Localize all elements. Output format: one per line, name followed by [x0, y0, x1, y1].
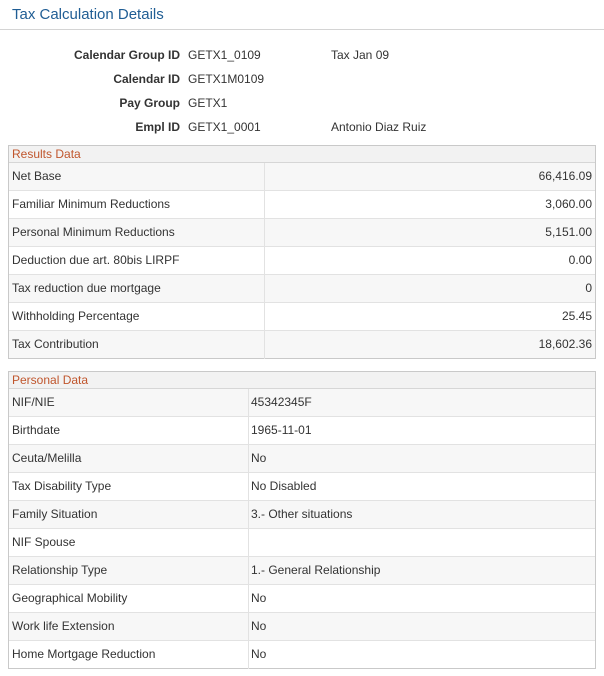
table-row: Tax Contribution 18,602.36 — [9, 331, 595, 359]
row-label: NIF Spouse — [12, 535, 76, 549]
table-row: Tax Disability Type No Disabled — [9, 473, 595, 501]
title-divider — [0, 29, 604, 30]
row-value: 1965-11-01 — [251, 423, 312, 437]
row-value: 18,602.36 — [538, 337, 592, 351]
column-divider — [264, 247, 265, 275]
row-value: 45342345F — [251, 395, 312, 409]
column-divider — [264, 219, 265, 247]
column-divider — [248, 613, 249, 641]
calendar-group-description: Tax Jan 09 — [331, 48, 390, 62]
results-rows: Net Base 66,416.09 Familiar Minimum Redu… — [9, 163, 595, 359]
column-divider — [248, 417, 249, 445]
results-data-title: Results Data — [9, 146, 595, 163]
table-row: Ceuta/Melilla No — [9, 445, 595, 473]
row-value: No — [251, 647, 267, 661]
row-label: Tax Contribution — [12, 337, 99, 351]
row-label: Tax Disability Type — [12, 479, 112, 493]
row-label: Home Mortgage Reduction — [12, 647, 156, 661]
column-divider — [248, 585, 249, 613]
table-row: Tax reduction due mortgage 0 — [9, 275, 595, 303]
column-divider — [248, 473, 249, 501]
table-row: NIF Spouse — [9, 529, 595, 557]
column-divider — [248, 557, 249, 585]
calendar-group-id-label: Calendar Group ID — [73, 48, 180, 62]
row-value: 5,151.00 — [545, 225, 592, 239]
row-value: No — [251, 451, 267, 465]
row-value: 66,416.09 — [538, 169, 592, 183]
table-row: NIF/NIE 45342345F — [9, 389, 595, 417]
personal-data-title: Personal Data — [9, 372, 595, 389]
calendar-group-row: Calendar Group ID GETX1_0109 Tax Jan 09 — [0, 48, 604, 72]
row-value: 25.45 — [561, 309, 592, 323]
calendar-id-value: GETX1M0109 — [188, 72, 265, 86]
row-label: Ceuta/Melilla — [12, 451, 82, 465]
pay-group-label: Pay Group — [119, 96, 180, 110]
page-title: Tax Calculation Details — [12, 6, 164, 23]
row-label: Geographical Mobility — [12, 591, 128, 605]
personal-rows: NIF/NIE 45342345F Birthdate 1965-11-01 C… — [9, 389, 595, 669]
table-row: Personal Minimum Reductions 5,151.00 — [9, 219, 595, 247]
table-row: Geographical Mobility No — [9, 585, 595, 613]
row-value: No — [251, 619, 267, 633]
row-value: No — [251, 591, 267, 605]
row-label: Relationship Type — [12, 563, 108, 577]
column-divider — [264, 331, 265, 359]
column-divider — [248, 529, 249, 557]
column-divider — [264, 191, 265, 219]
column-divider — [264, 163, 265, 191]
column-divider — [264, 303, 265, 331]
row-label: Work life Extension — [12, 619, 115, 633]
column-divider — [248, 501, 249, 529]
table-row: Relationship Type 1.- General Relationsh… — [9, 557, 595, 585]
table-row: Familiar Minimum Reductions 3,060.00 — [9, 191, 595, 219]
personal-data-grid: Personal Data NIF/NIE 45342345F Birthdat… — [8, 371, 596, 669]
column-divider — [248, 445, 249, 473]
row-label: Familiar Minimum Reductions — [12, 197, 171, 211]
table-row: Work life Extension No — [9, 613, 595, 641]
table-row: Birthdate 1965-11-01 — [9, 417, 595, 445]
row-label: Family Situation — [12, 507, 98, 521]
row-value: 0 — [585, 281, 592, 295]
results-data-grid: Results Data Net Base 66,416.09 Familiar… — [8, 145, 596, 359]
column-divider — [248, 641, 249, 669]
table-row: Home Mortgage Reduction No — [9, 641, 595, 669]
row-label: Personal Minimum Reductions — [12, 225, 175, 239]
header-fields: Calendar Group ID GETX1_0109 Tax Jan 09 … — [0, 48, 604, 144]
row-label: Tax reduction due mortgage — [12, 281, 161, 295]
row-value: 1.- General Relationship — [251, 563, 381, 577]
empl-id-label: Empl ID — [135, 120, 180, 134]
pay-group-row: Pay Group GETX1 — [0, 96, 604, 120]
calendar-id-label: Calendar ID — [113, 72, 180, 86]
row-label: Birthdate — [12, 423, 61, 437]
table-row: Net Base 66,416.09 — [9, 163, 595, 191]
employee-name: Antonio Diaz Ruiz — [331, 120, 427, 134]
row-value: 0.00 — [568, 253, 592, 267]
row-label: Net Base — [12, 169, 62, 183]
empl-id-value: GETX1_0001 — [188, 120, 261, 134]
empl-id-row: Empl ID GETX1_0001 Antonio Diaz Ruiz — [0, 120, 604, 144]
table-row: Deduction due art. 80bis LIRPF 0.00 — [9, 247, 595, 275]
column-divider — [248, 389, 249, 417]
column-divider — [264, 275, 265, 303]
table-row: Family Situation 3.- Other situations — [9, 501, 595, 529]
row-value: 3.- Other situations — [251, 507, 353, 521]
calendar-id-row: Calendar ID GETX1M0109 — [0, 72, 604, 96]
row-value: 3,060.00 — [545, 197, 592, 211]
row-value: No Disabled — [251, 479, 317, 493]
row-label: Deduction due art. 80bis LIRPF — [12, 253, 180, 267]
row-label: Withholding Percentage — [12, 309, 140, 323]
pay-group-value: GETX1 — [188, 96, 228, 110]
row-label: NIF/NIE — [12, 395, 55, 409]
table-row: Withholding Percentage 25.45 — [9, 303, 595, 331]
calendar-group-id-value: GETX1_0109 — [188, 48, 261, 62]
